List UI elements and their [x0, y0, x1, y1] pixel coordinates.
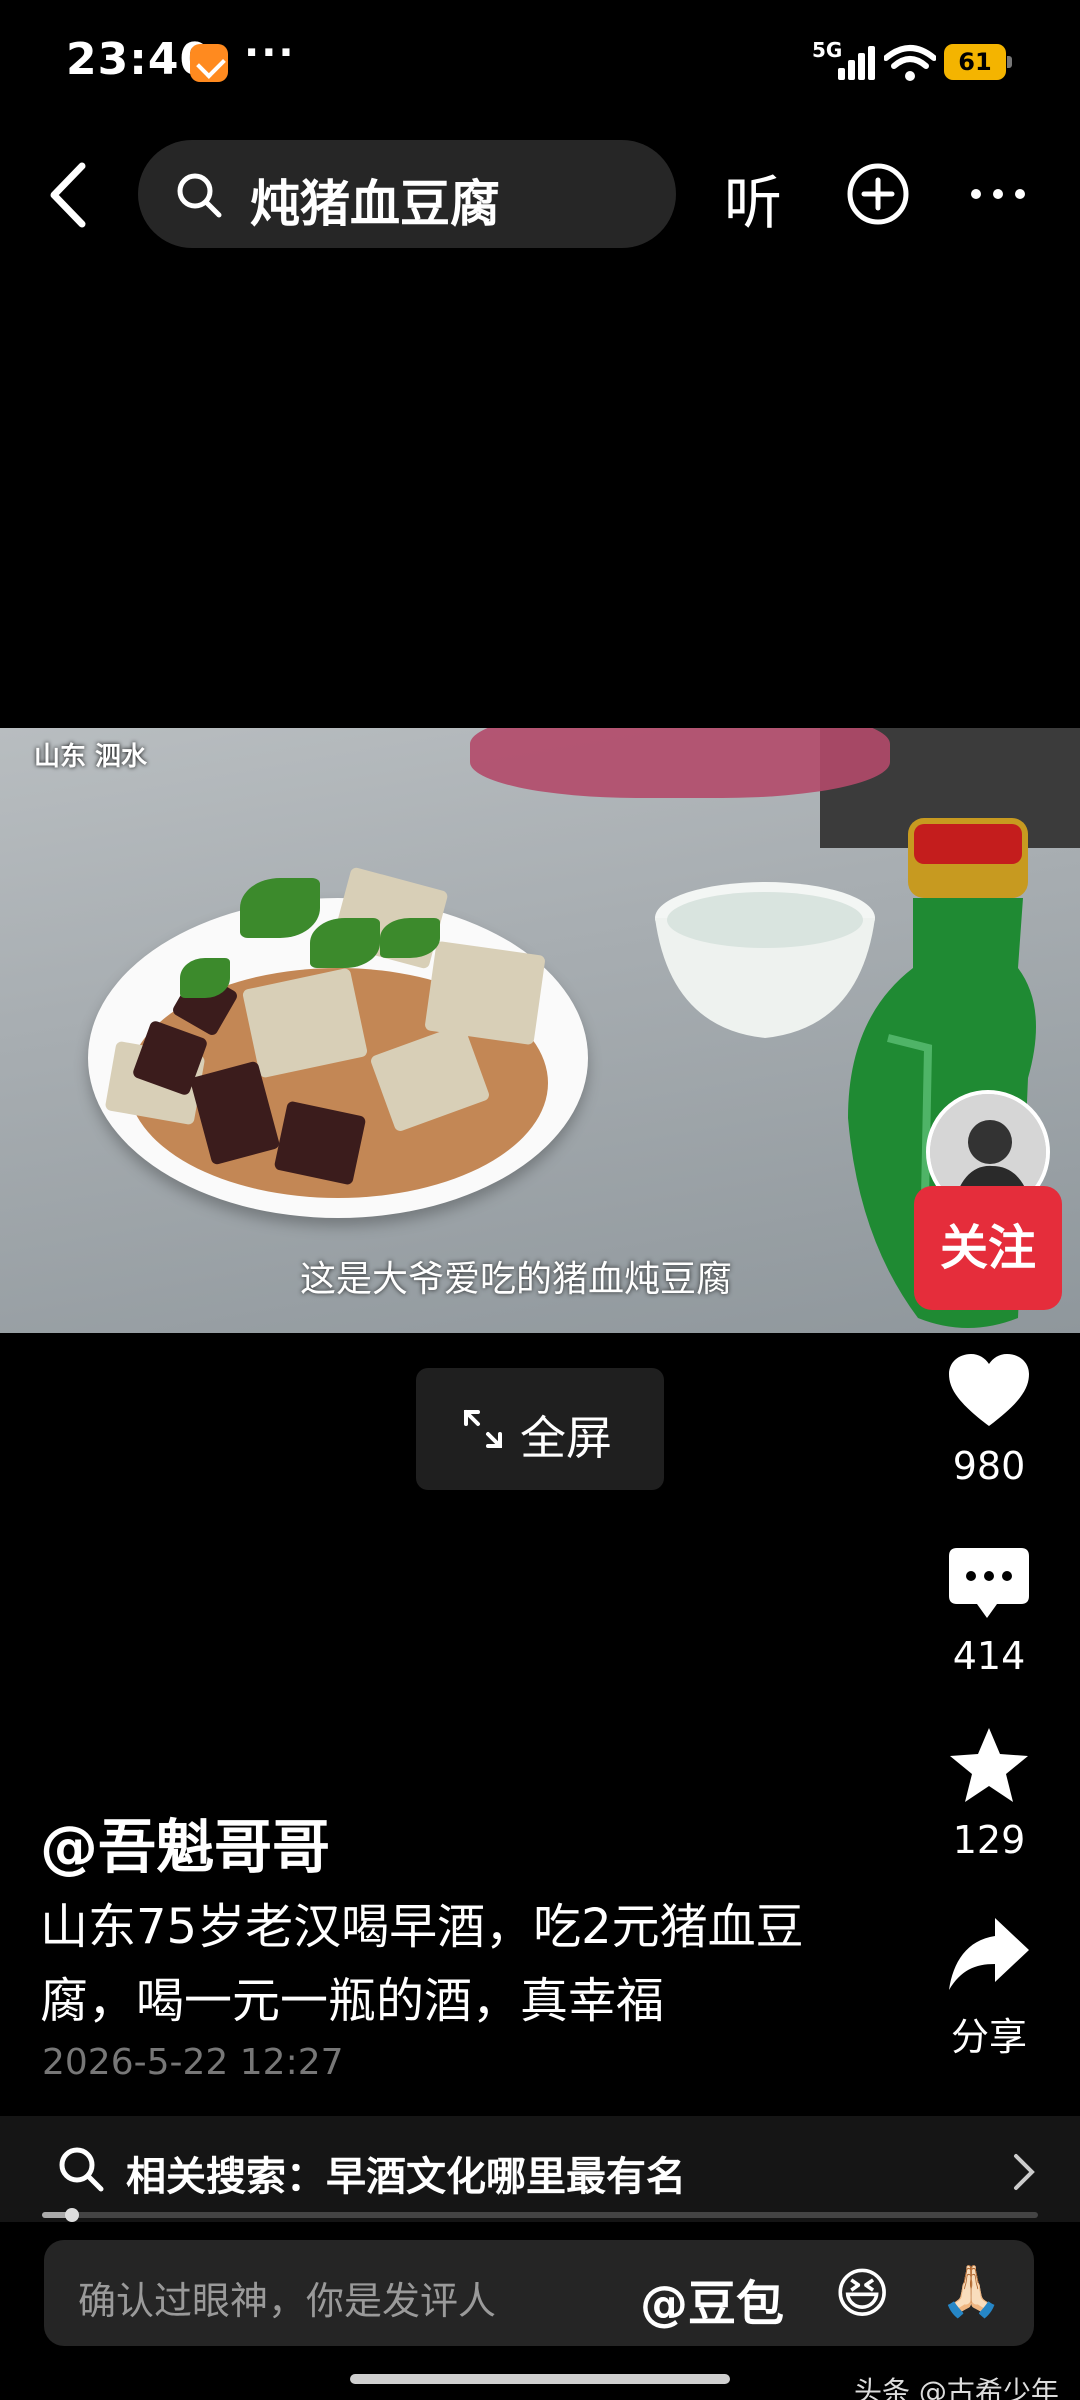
fullscreen-label: 全屏: [520, 1411, 612, 1465]
like-button[interactable]: 980: [929, 1350, 1049, 1488]
more-notifications-icon: ···: [244, 30, 296, 76]
like-count: 980: [952, 1444, 1026, 1488]
search-icon: [177, 173, 222, 218]
laugh-emoji-icon[interactable]: 😆: [834, 2262, 890, 2325]
app-notification-icon: [190, 44, 228, 82]
heart-icon: [949, 1354, 1029, 1426]
wifi-icon: [884, 45, 936, 81]
more-options-icon[interactable]: [966, 162, 1030, 226]
author-name[interactable]: @吾魁哥哥: [40, 1800, 330, 1884]
related-search-text: 相关搜索：早酒文化哪里最有名: [126, 2154, 686, 2200]
herb-leaf: [380, 918, 440, 958]
herb-leaf: [310, 918, 380, 968]
add-circle-icon[interactable]: [846, 162, 910, 226]
search-bar[interactable]: 炖猪血豆腐: [138, 140, 676, 248]
status-bar: 23:40 ··· 5G 61: [0, 0, 1080, 120]
comment-placeholder: 确认过眼神，你是发评人: [78, 2279, 497, 2323]
home-indicator[interactable]: [350, 2374, 730, 2384]
pray-emoji-icon[interactable]: 🙏🏻: [940, 2262, 1002, 2321]
mention-doubao-button[interactable]: @豆包: [640, 2264, 784, 2334]
herb-leaf: [180, 958, 230, 998]
video-subtitle: 这是大爷爱吃的猪血炖豆腐: [300, 1259, 733, 1300]
video-progress-bar[interactable]: [42, 2208, 1038, 2222]
post-description: 山东75岁老汉喝早酒，吃2元猪血豆腐，喝一元一瓶的酒，真幸福: [40, 1899, 804, 2029]
search-query: 炖猪血豆腐: [250, 175, 500, 233]
progress-handle[interactable]: [64, 2208, 79, 2222]
back-arrow-icon[interactable]: [46, 160, 92, 230]
expand-icon: [464, 1410, 502, 1448]
signal-icon: [838, 46, 878, 80]
post-date: 2026-5-22 12:27: [42, 2042, 344, 2083]
share-arrow-icon: [949, 1918, 1029, 1990]
chevron-right-icon: [1014, 2154, 1035, 2190]
video-location-label: 山东 泗水: [34, 742, 148, 772]
share-label: 分享: [950, 2015, 1027, 2059]
related-search-bar[interactable]: 相关搜索：早酒文化哪里最有名: [0, 2116, 1080, 2222]
share-button[interactable]: 分享: [929, 1912, 1049, 2061]
video-cloth: [470, 728, 890, 798]
favorite-button[interactable]: 129: [929, 1724, 1049, 1862]
listen-button[interactable]: 听: [724, 156, 782, 240]
follow-button[interactable]: 关注: [914, 1186, 1062, 1310]
battery-indicator: 61: [944, 44, 1012, 80]
herb-leaf: [240, 878, 320, 938]
fullscreen-button[interactable]: 全屏: [416, 1368, 664, 1490]
comment-input-bar[interactable]: 确认过眼神，你是发评人 @豆包 😆 🙏🏻: [44, 2240, 1034, 2346]
comment-count: 414: [952, 1634, 1026, 1678]
search-icon: [59, 2147, 104, 2192]
favorite-count: 129: [952, 1818, 1026, 1862]
star-icon: [950, 1728, 1028, 1802]
comment-button[interactable]: 414: [929, 1540, 1049, 1678]
watermark: 头条 @古希少年: [854, 2375, 1059, 2400]
comment-icon: [949, 1548, 1029, 1618]
